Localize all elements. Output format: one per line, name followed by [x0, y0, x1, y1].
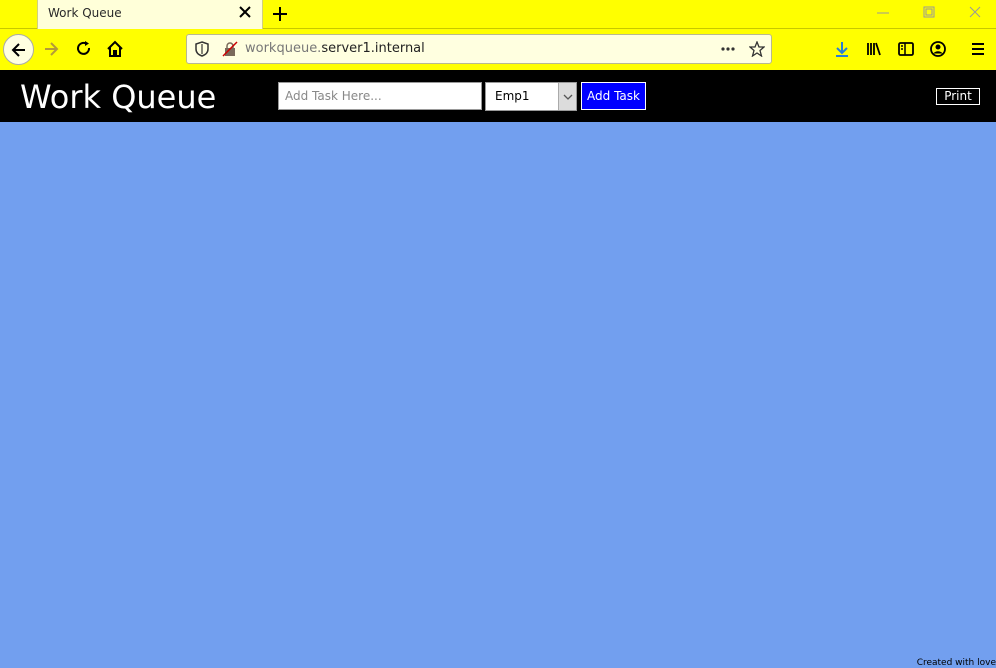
minimize-icon[interactable] — [872, 4, 894, 22]
maximize-icon[interactable] — [918, 4, 940, 22]
sidebar-button[interactable] — [891, 34, 921, 64]
add-task-button[interactable]: Add Task — [581, 82, 646, 110]
account-button[interactable] — [923, 34, 953, 64]
chevron-down-icon[interactable] — [558, 83, 576, 110]
library-button[interactable] — [859, 34, 889, 64]
home-icon — [107, 40, 123, 57]
insecure-lock-icon[interactable] — [222, 41, 238, 57]
sidebar-icon — [898, 42, 914, 56]
new-tab-icon[interactable] — [270, 4, 290, 24]
url-bar[interactable]: workqueue.server1.internal — [186, 34, 772, 64]
add-task-input[interactable] — [278, 82, 482, 110]
account-icon — [930, 41, 946, 57]
forward-arrow-icon — [45, 42, 59, 56]
browser-tab[interactable]: Work Queue — [37, 0, 263, 29]
downloads-button[interactable] — [827, 34, 857, 64]
app-header: Work Queue Emp1 Add Task Print — [0, 70, 996, 122]
menu-button[interactable] — [963, 34, 993, 64]
tracking-shield-icon[interactable] — [194, 41, 210, 57]
close-window-icon[interactable] — [964, 4, 986, 22]
download-icon — [836, 42, 848, 57]
footer-credit: Created with love — [916, 658, 996, 668]
employee-select[interactable]: Emp1 — [485, 82, 577, 111]
page-actions-icon[interactable] — [720, 41, 736, 57]
hamburger-menu-icon — [972, 43, 984, 55]
reload-icon — [77, 41, 90, 55]
library-icon — [867, 42, 881, 56]
print-button[interactable]: Print — [936, 88, 980, 105]
home-button[interactable] — [100, 34, 130, 64]
url-text: workqueue.server1.internal — [245, 41, 425, 56]
app-title: Work Queue — [20, 78, 217, 116]
back-arrow-icon — [11, 42, 25, 57]
url-host-rest: server1.internal — [321, 41, 425, 56]
browser-tabstrip: Work Queue — [0, 0, 996, 29]
employee-select-value: Emp1 — [495, 89, 530, 103]
reload-button[interactable] — [69, 34, 99, 64]
browser-navbar: workqueue.server1.internal — [0, 29, 996, 70]
task-board: Created with love — [0, 122, 996, 668]
close-tab-icon[interactable] — [237, 4, 253, 20]
back-button[interactable] — [3, 34, 34, 65]
url-host-prefix: workqueue. — [245, 41, 322, 56]
tab-title: Work Queue — [48, 6, 122, 20]
forward-button[interactable] — [36, 34, 66, 64]
bookmark-star-icon[interactable] — [749, 41, 765, 57]
